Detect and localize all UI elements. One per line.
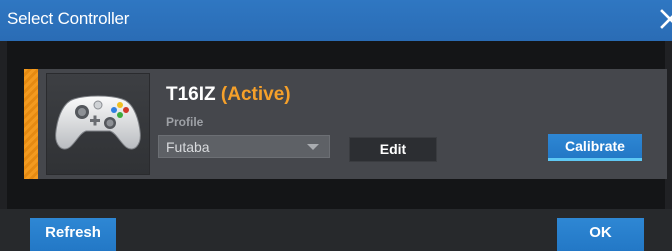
ok-button[interactable]: OK xyxy=(557,218,644,251)
active-accent-bar xyxy=(24,69,38,179)
gamepad-icon xyxy=(55,95,141,150)
controller-status: (Active) xyxy=(220,84,291,105)
refresh-button[interactable]: Refresh xyxy=(30,218,116,251)
calibrate-button[interactable]: Calibrate xyxy=(548,134,642,161)
close-button[interactable] xyxy=(658,7,672,31)
select-controller-dialog: Select Controller T16IZ (Active) Profile… xyxy=(0,0,672,251)
dialog-title: Select Controller xyxy=(7,9,130,28)
controller-thumbnail xyxy=(46,73,150,175)
controller-name: T16IZ xyxy=(166,84,216,105)
controller-title: T16IZ (Active) xyxy=(166,84,291,106)
chevron-down-icon xyxy=(307,144,319,150)
profile-label: Profile xyxy=(166,115,204,129)
profile-dropdown-value: Futaba xyxy=(166,139,210,155)
controller-card[interactable]: T16IZ (Active) Profile Futaba Edit Calib… xyxy=(24,69,667,179)
edit-button[interactable]: Edit xyxy=(349,137,437,162)
profile-dropdown[interactable]: Futaba xyxy=(158,135,330,158)
close-icon xyxy=(660,9,672,29)
title-bar: Select Controller xyxy=(0,0,672,41)
